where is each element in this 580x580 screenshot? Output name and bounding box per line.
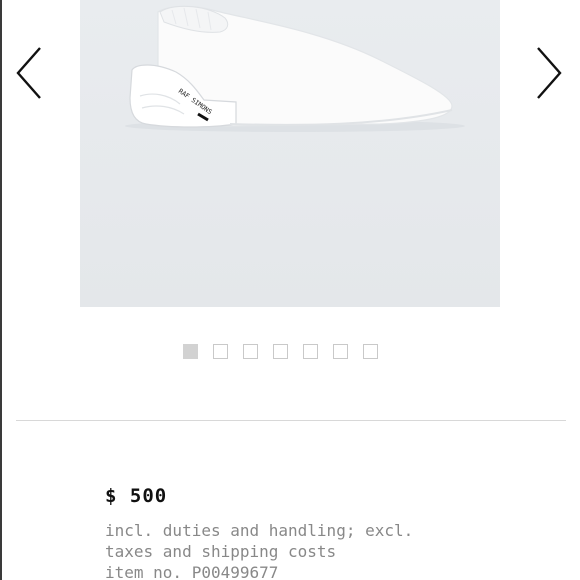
product-price: $ 500 bbox=[105, 485, 168, 507]
gallery-dot-4[interactable] bbox=[273, 344, 288, 359]
previous-image-button[interactable] bbox=[14, 44, 48, 102]
gallery-dot-7[interactable] bbox=[363, 344, 378, 359]
product-image: RAF SIMONS bbox=[80, 0, 500, 307]
gallery-dot-5[interactable] bbox=[303, 344, 318, 359]
price-note-line-2: taxes and shipping costs bbox=[105, 542, 337, 561]
gallery-dot-1[interactable] bbox=[183, 344, 198, 359]
item-number: item no. P00499677 bbox=[105, 563, 279, 580]
next-image-button[interactable] bbox=[532, 44, 566, 102]
price-note: incl. duties and handling; excl. taxes a… bbox=[105, 520, 413, 580]
section-divider bbox=[16, 420, 566, 421]
price-note-line-1: incl. duties and handling; excl. bbox=[105, 521, 414, 540]
gallery-dot-3[interactable] bbox=[243, 344, 258, 359]
gallery-dot-2[interactable] bbox=[213, 344, 228, 359]
window-left-edge bbox=[0, 0, 2, 580]
shoe-illustration: RAF SIMONS bbox=[125, 5, 465, 132]
gallery-pagination bbox=[183, 344, 378, 359]
chevron-right-icon bbox=[537, 47, 562, 99]
chevron-left-icon bbox=[16, 47, 41, 99]
gallery-dot-6[interactable] bbox=[333, 344, 348, 359]
